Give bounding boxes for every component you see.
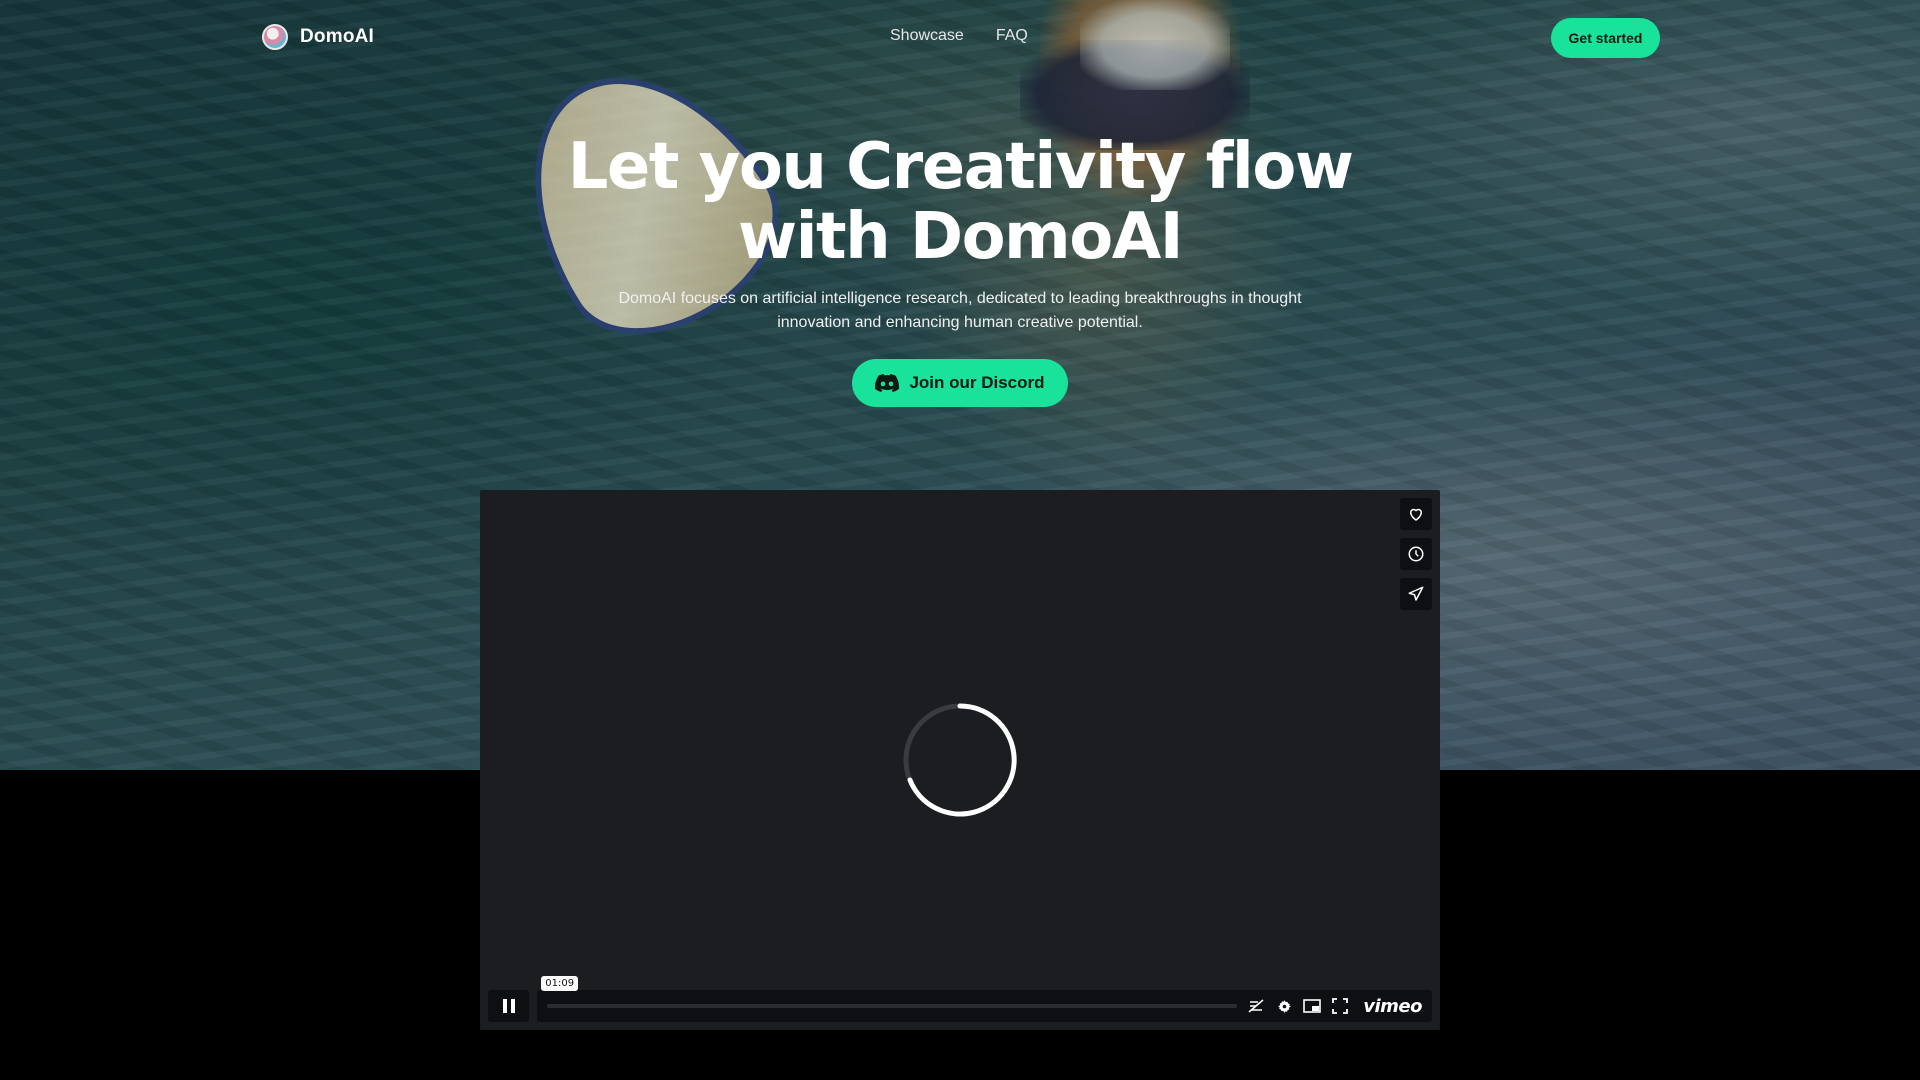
player-side-actions — [1400, 498, 1432, 610]
get-started-button[interactable]: Get started — [1551, 18, 1660, 58]
time-tooltip: 01:09 — [541, 976, 579, 991]
like-button[interactable] — [1400, 498, 1432, 530]
vimeo-logo[interactable]: vimeo — [1363, 996, 1422, 1017]
discord-icon — [875, 374, 900, 392]
share-button[interactable] — [1400, 578, 1432, 610]
hero-subtitle-line-1: DomoAI focuses on artificial intelligenc… — [618, 290, 1302, 307]
pip-button[interactable] — [1303, 997, 1322, 1015]
pause-button[interactable] — [488, 990, 530, 1022]
progress-bar-container[interactable]: 01:09 vimeo — [537, 976, 1432, 1022]
clock-icon — [1408, 546, 1424, 562]
player-right-controls: vimeo — [1247, 996, 1422, 1017]
share-icon — [1408, 586, 1424, 601]
top-navbar: DomoAI Showcase FAQ Get started — [0, 0, 1920, 76]
player-controls: 01:09 vimeo — [488, 976, 1432, 1022]
heart-icon — [1409, 508, 1423, 521]
settings-button[interactable] — [1275, 997, 1293, 1015]
brand[interactable]: DomoAI — [262, 24, 374, 50]
captions-off-icon — [1248, 999, 1264, 1013]
hero-title-line-1: Let you Creativity flow — [567, 130, 1354, 204]
brand-name: DomoAI — [300, 26, 375, 47]
progress-bar[interactable]: 01:09 — [541, 976, 1238, 1008]
loading-spinner-icon — [903, 703, 1017, 817]
hero-title-line-2: with DomoAI — [737, 200, 1184, 274]
watch-later-button[interactable] — [1400, 538, 1432, 570]
nav-links: Showcase FAQ — [890, 27, 1028, 45]
nav-link-faq[interactable]: FAQ — [996, 27, 1028, 45]
video-player[interactable]: 01:09 vimeo — [480, 490, 1440, 1030]
hero-subtitle-line-2: innovation and enhancing human creative … — [777, 314, 1143, 331]
pip-icon — [1303, 999, 1322, 1013]
captions-button[interactable] — [1247, 997, 1265, 1015]
join-discord-button[interactable]: Join our Discord — [852, 359, 1068, 407]
fullscreen-icon — [1332, 998, 1349, 1014]
fullscreen-button[interactable] — [1331, 997, 1349, 1015]
hero-title: Let you Creativity flow with DomoAI — [460, 132, 1460, 272]
settings-icon — [1277, 999, 1291, 1013]
join-discord-label: Join our Discord — [909, 373, 1045, 392]
pause-icon — [502, 999, 515, 1013]
brand-logo-icon — [262, 24, 288, 50]
nav-link-showcase[interactable]: Showcase — [890, 27, 964, 45]
hero-subtitle: DomoAI focuses on artificial intelligenc… — [560, 287, 1360, 335]
